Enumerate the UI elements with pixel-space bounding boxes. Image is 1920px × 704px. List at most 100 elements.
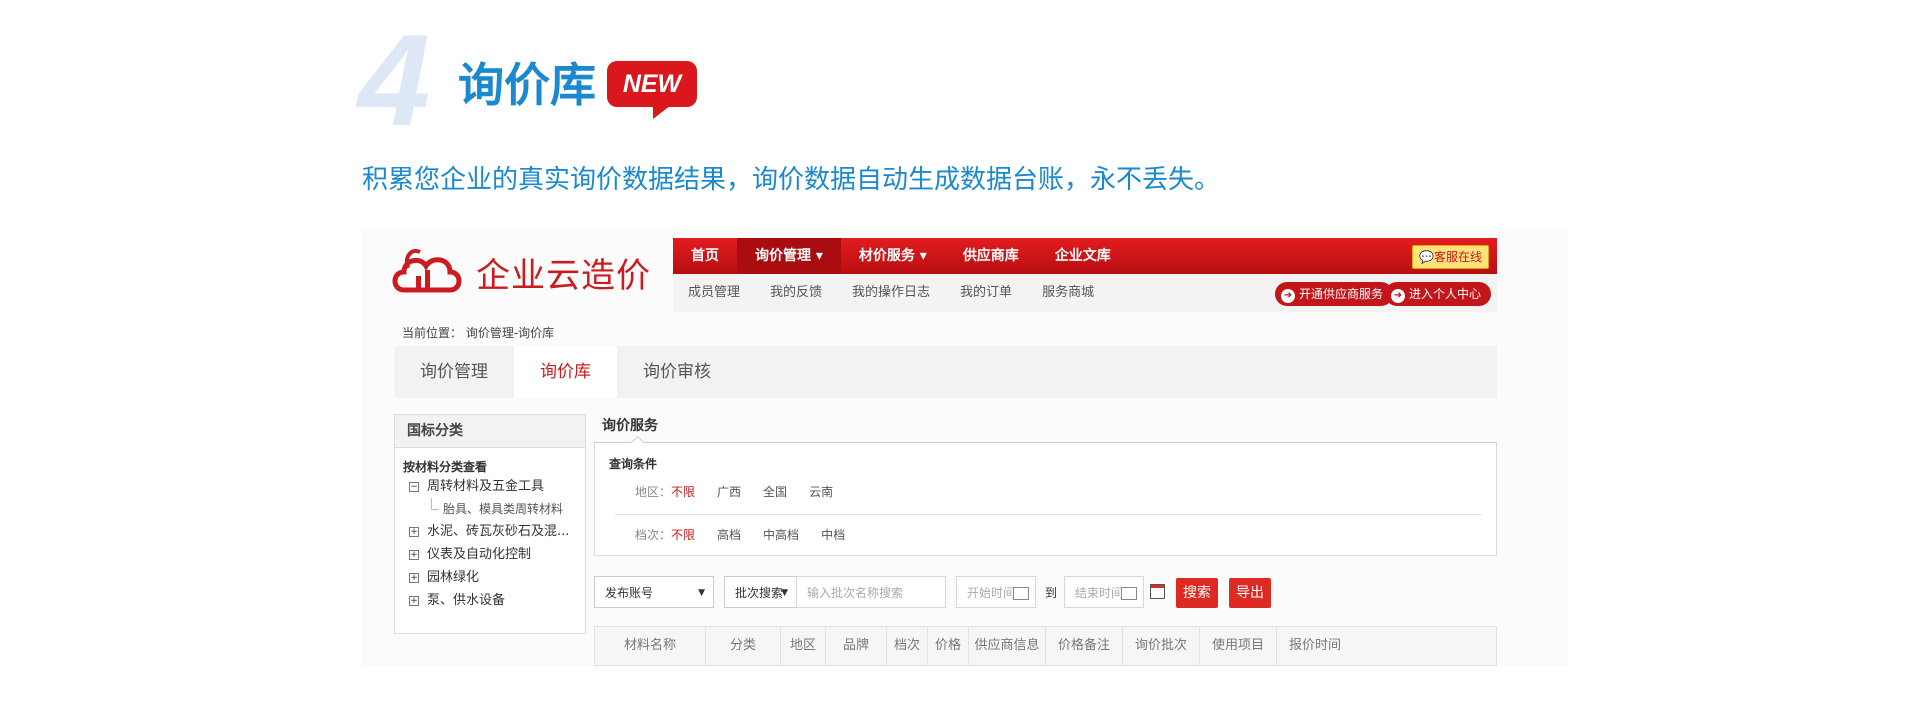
expand-toggle-icon[interactable]: + [409,527,419,537]
app-screenshot: 企业云造价 首页 询价管理 ▾ 材价服务 ▾ 供应商库 企业文库 💬客服在线 成员管理我… [362,228,1568,666]
tree-item-label: 水泥、砖瓦灰砂石及混... [427,524,570,539]
search-bar: 发布账号 ▼ 批次搜索 ▼ 输入批次名称搜索 开始时间 到 结束时间 搜索 导出 [594,576,1497,610]
tab-item[interactable]: 询价审核 [617,346,737,398]
tab-item[interactable]: 询价库 [514,346,617,398]
start-date-input[interactable]: 开始时间 [956,576,1036,608]
tree-item-label: 泵、供水设备 [427,593,506,608]
filter-label: 档次： [635,528,672,542]
filter-option[interactable]: 广西 [717,483,741,500]
section-title: 询价库 [458,58,596,112]
divider [615,514,1482,515]
breadcrumb: 当前位置： 询价管理-询价库 [402,326,555,340]
batch-select[interactable]: 批次搜索 ▼ [724,576,796,608]
filter-option[interactable]: 全国 [763,483,787,500]
logo[interactable]: 企业云造价 [390,244,651,300]
subnav-item[interactable]: 我的反馈 [755,274,837,312]
filter-option[interactable]: 不限 [671,526,695,543]
column-header[interactable]: 供应商信息 [969,627,1046,665]
panel-title: 询价服务 [594,414,1497,443]
column-header[interactable]: 报价时间 [1277,627,1353,665]
expand-toggle-icon[interactable]: + [409,550,419,560]
cloud-logo-icon [392,249,462,293]
customer-service-label: 客服在线 [1433,250,1482,264]
tree-child-item[interactable]: 胎具、模具类周转材料 [395,498,585,520]
to-label: 到 [1045,586,1058,600]
filter-option[interactable]: 中高档 [763,526,799,543]
arrow-icon: ➜ [1280,289,1295,303]
tab-bar: 询价管理 询价库 询价审核 [394,346,1497,398]
export-button[interactable]: 导出 [1229,578,1271,608]
column-header[interactable]: 材料名称 [595,627,706,665]
tree-item[interactable]: + 水泥、砖瓦灰砂石及混... [395,520,577,543]
top-nav-bar: 首页 询价管理 ▾ 材价服务 ▾ 供应商库 企业文库 💬客服在线 [673,238,1497,274]
filter-title: 查询条件 [609,457,658,471]
batch-search-placeholder: 输入批次名称搜索 [807,586,904,600]
start-date-placeholder: 开始时间 [967,586,1016,600]
personal-center-button[interactable]: ➜ 进入个人中心 [1384,282,1491,306]
section-description: 积累您企业的真实询价数据结果，询价数据自动生成数据台账，永不丢失。 [362,165,1221,195]
new-badge: NEW [607,61,697,119]
chat-icon: 💬 [1419,250,1434,264]
caret-down-icon: ▼ [781,588,788,598]
column-header[interactable]: 分类 [706,627,781,665]
filter-label: 地区： [635,485,672,499]
table-header: 材料名称 分类 地区 品牌 档次 价格 供应商信息 价格备注 询价批次 使用项目 报价时间 [594,626,1497,666]
filter-option[interactable]: 高档 [717,526,741,543]
tree-item[interactable]: + 仪表及自动化控制 [395,543,577,566]
caret-down-icon: ▼ [698,588,705,598]
tab-item[interactable]: 询价管理 [394,346,514,398]
batch-search-input[interactable]: 输入批次名称搜索 [796,576,946,608]
nav-item[interactable]: 首页 [673,238,737,274]
section-number: 4 [358,7,431,153]
grade-filter: 档次： 不限 高档 中高档 中档 [635,526,867,543]
expand-toggle-icon[interactable]: + [409,596,419,606]
tree-item[interactable]: − 周转材料及五金工具 [395,475,577,498]
account-select-value: 发布账号 [605,586,654,600]
column-header[interactable]: 使用项目 [1200,627,1277,665]
end-date-placeholder: 结束时间 [1075,586,1124,600]
nav-item[interactable]: 询价管理 ▾ [737,238,841,274]
arrow-icon: ➜ [1390,289,1405,303]
region-filter: 地区： 不限 广西 全国 云南 [635,483,855,500]
column-header[interactable]: 价格备注 [1046,627,1123,665]
column-header[interactable]: 价格 [928,627,969,665]
subnav-item[interactable]: 成员管理 [673,274,755,312]
tree-item[interactable]: + 泵、供水设备 [395,589,577,612]
nav-item[interactable]: 供应商库 [945,238,1037,274]
filter-option[interactable]: 不限 [671,483,695,500]
expand-toggle-icon[interactable]: − [409,482,419,492]
open-supplier-button[interactable]: ➜ 开通供应商服务 [1274,282,1393,306]
tree-item-label: 园林绿化 [427,570,480,585]
personal-center-label: 进入个人中心 [1408,287,1481,301]
calendar-clear-icon[interactable] [1150,584,1165,599]
nav-item[interactable]: 企业文库 [1037,238,1129,274]
end-date-input[interactable]: 结束时间 [1064,576,1144,608]
filter-option[interactable]: 中档 [821,526,845,543]
column-header[interactable]: 档次 [887,627,928,665]
batch-select-value: 批次搜索 [735,586,784,600]
subnav-item[interactable]: 我的操作日志 [837,274,945,312]
column-header[interactable]: 询价批次 [1123,627,1200,665]
customer-service-button[interactable]: 💬客服在线 [1412,245,1489,269]
category-sidebar: 国标分类 按材料分类查看 − 周转材料及五金工具 胎具、模具类周转材料 + 水泥、砖瓦灰… [394,414,586,634]
logo-text: 企业云造价 [476,255,651,296]
account-select[interactable]: 发布账号 ▼ [594,576,714,608]
subnav-item[interactable]: 服务商城 [1027,274,1109,312]
column-header[interactable]: 地区 [781,627,826,665]
sub-nav-bar: 成员管理 我的反馈 我的操作日志 我的订单 服务商城 ➜ 开通供应商服务 ➜ 进入个人中心 [673,274,1497,312]
calendar-icon[interactable] [1121,587,1137,600]
open-supplier-label: 开通供应商服务 [1298,287,1383,301]
filter-option[interactable]: 云南 [809,483,833,500]
tree-item-label: 周转材料及五金工具 [427,479,545,494]
tree-item[interactable]: + 园林绿化 [395,566,577,589]
column-header[interactable]: 品牌 [826,627,887,665]
subnav-item[interactable]: 我的订单 [945,274,1027,312]
expand-toggle-icon[interactable]: + [409,573,419,583]
tree-item-label: 仪表及自动化控制 [427,547,532,562]
sidebar-title: 国标分类 [395,415,585,448]
nav-item[interactable]: 材价服务 ▾ [841,238,945,274]
filter-box: 查询条件 地区： 不限 广西 全国 云南 档次： 不限 高档 中高档 中档 [594,443,1497,556]
search-button[interactable]: 搜索 [1176,578,1218,608]
sidebar-subtitle: 按材料分类查看 [403,460,488,474]
calendar-icon[interactable] [1013,587,1029,600]
